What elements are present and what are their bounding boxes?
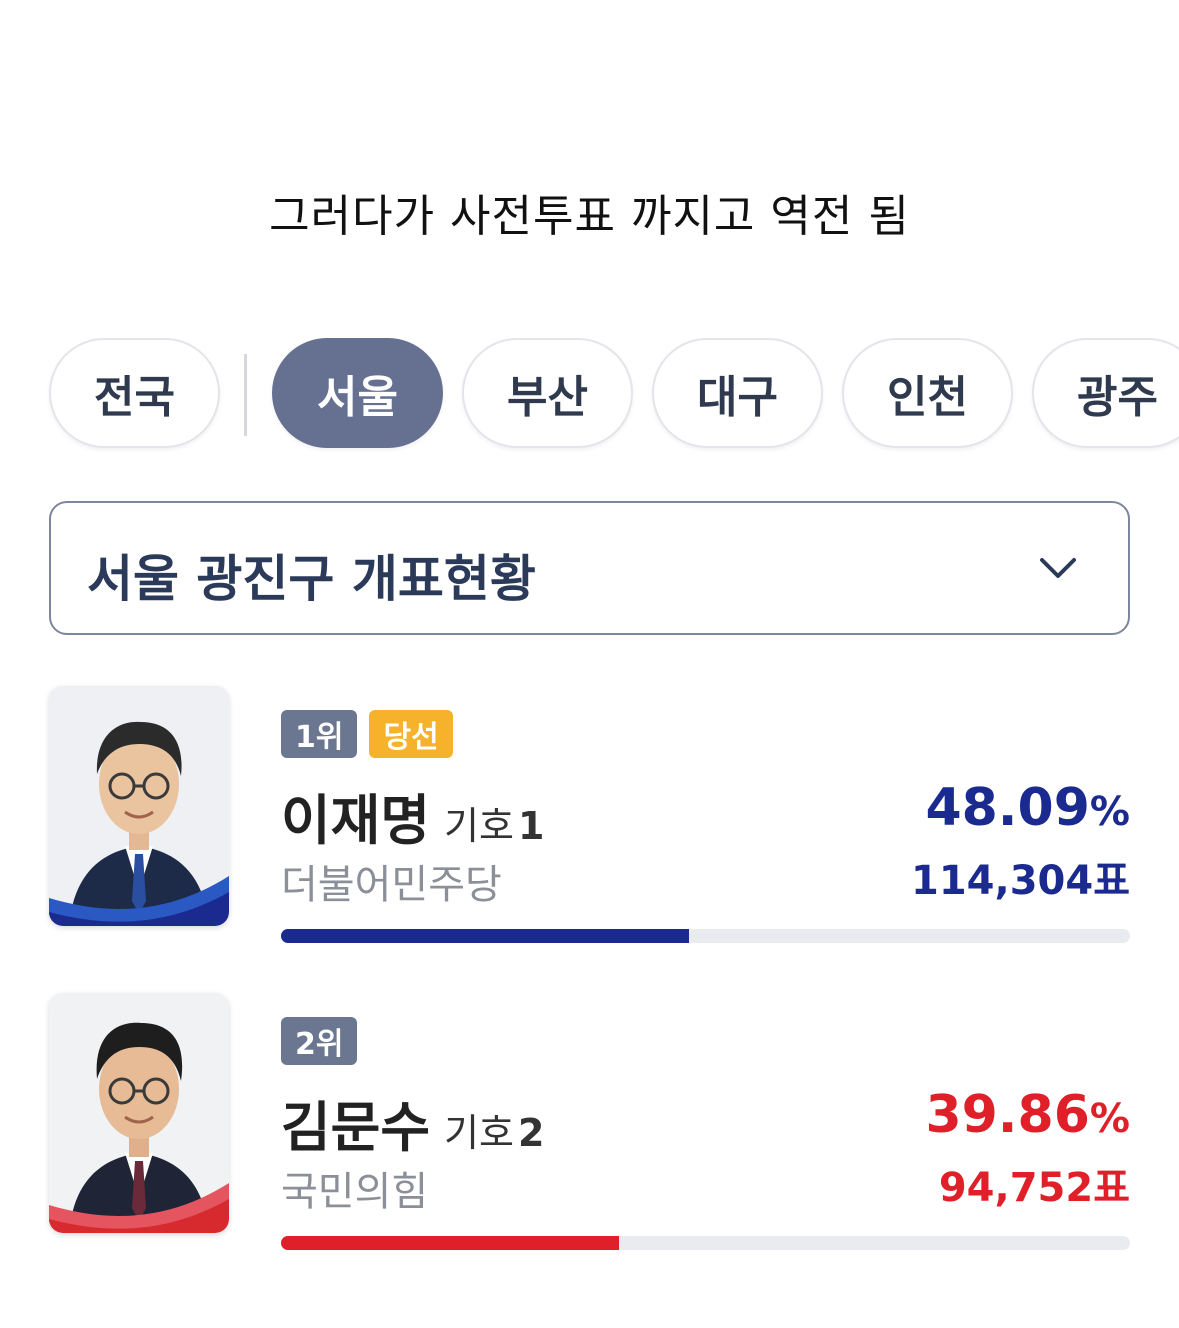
tab-divider (244, 354, 247, 436)
percent-sign: % (1089, 1096, 1130, 1142)
district-select-label: 서울 광진구 개표현황 (87, 550, 536, 608)
badges: 2위 (281, 1017, 358, 1065)
candidate-name: 이재명 (281, 789, 431, 852)
ballot-number-label: 기호 (444, 804, 514, 848)
chevron-down-icon (1040, 558, 1076, 578)
district-select[interactable]: 서울 광진구 개표현황 (49, 501, 1130, 635)
vote-percent: 48.09% (925, 778, 1130, 838)
tab-daegu[interactable]: 대구 (652, 338, 823, 448)
percent-sign: % (1089, 789, 1130, 835)
vote-share-bar (281, 929, 1130, 943)
tab-incheon[interactable]: 인천 (842, 338, 1013, 448)
ballot-number: 1 (517, 804, 545, 848)
vote-share-bar-fill (281, 1236, 620, 1250)
winner-badge: 당선 (369, 710, 453, 758)
party-name: 국민의힘 (281, 1169, 429, 1215)
candidate-photo (49, 686, 229, 926)
region-tabs: 전국 서울 부산 대구 인천 광주 (0, 338, 1179, 452)
candidate-name-row: 김문수 기호 2 (281, 1083, 544, 1162)
caption-text: 그러다가 사전투표 까지고 역전 됨 (269, 191, 910, 242)
candidate-name: 김문수 (281, 1096, 431, 1159)
vote-share-bar (281, 1236, 1130, 1250)
rank-badge: 2위 (281, 1017, 358, 1065)
tab-busan[interactable]: 부산 (462, 338, 633, 448)
tab-seoul[interactable]: 서울 (272, 338, 443, 448)
tab-national[interactable]: 전국 (49, 338, 220, 448)
candidate-card-2[interactable]: 2위 김문수 기호 2 국민의힘 39.86% 94,752표 (0, 993, 1179, 1273)
ballot-number: 2 (517, 1111, 545, 1155)
tab-gwangju[interactable]: 광주 (1032, 338, 1179, 448)
ballot-number-label: 기호 (444, 1111, 514, 1155)
candidate-card-1[interactable]: 1위 당선 이재명 기호 1 더불어민주당 48.09% 114,304표 (0, 686, 1179, 966)
vote-count: 114,304표 (911, 858, 1130, 904)
candidate-photo (49, 993, 229, 1233)
rank-badge: 1위 (281, 710, 358, 758)
vote-count: 94,752표 (938, 1165, 1130, 1211)
candidate-name-row: 이재명 기호 1 (281, 776, 544, 855)
vote-share-bar-fill (281, 929, 690, 943)
vote-percent: 39.86% (925, 1085, 1130, 1145)
vote-percent-value: 48.09 (925, 778, 1090, 838)
badges: 1위 당선 (281, 710, 453, 758)
vote-percent-value: 39.86 (925, 1085, 1090, 1145)
party-name: 더불어민주당 (281, 862, 502, 908)
